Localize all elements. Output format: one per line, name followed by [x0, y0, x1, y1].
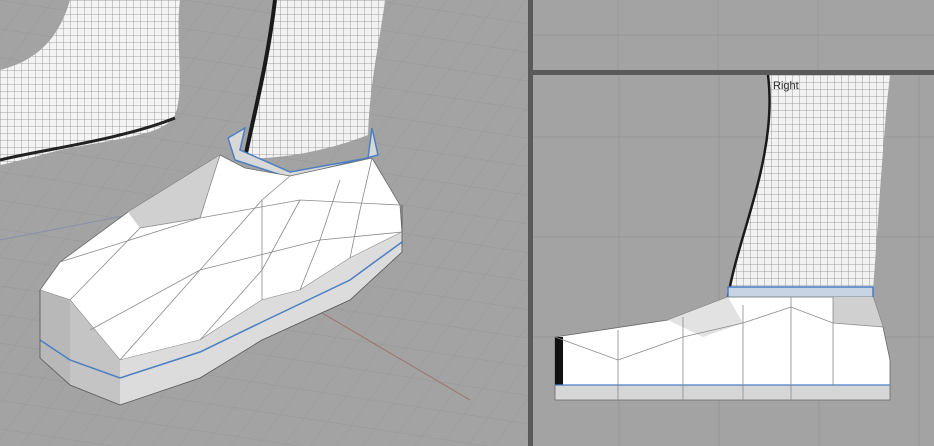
- viewport-label-right[interactable]: Right: [773, 80, 799, 92]
- shoe-model-side[interactable]: [554, 286, 891, 401]
- perspective-viewport[interactable]: [0, 0, 528, 446]
- right-canvas: [533, 75, 934, 446]
- top-viewport[interactable]: [533, 0, 934, 70]
- leg-mesh-side[interactable]: [726, 75, 890, 298]
- perspective-canvas: [0, 0, 528, 446]
- right-viewport[interactable]: Right: [533, 75, 934, 446]
- 3d-modeling-workspace: Right: [0, 0, 934, 446]
- top-canvas: [533, 0, 934, 70]
